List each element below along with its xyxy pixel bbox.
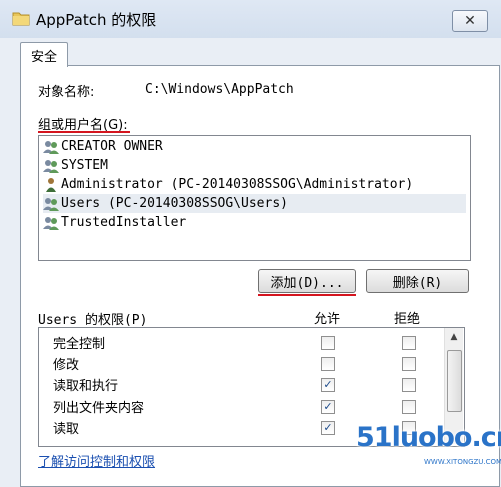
object-name-label: 对象名称:	[38, 85, 95, 100]
deny-checkbox[interactable]	[402, 400, 416, 414]
list-item-label: Users (PC-20140308SSOG\Users)	[61, 196, 288, 211]
user-icon	[46, 177, 56, 192]
list-item[interactable]: Users (PC-20140308SSOG\Users)	[43, 194, 466, 213]
list-item[interactable]: CREATOR OWNER	[43, 137, 466, 156]
group-icon	[43, 197, 59, 211]
permission-name: 读取和执行	[53, 378, 119, 394]
deny-checkbox[interactable]	[402, 336, 416, 350]
highlight-underline-add	[258, 294, 356, 296]
permission-row: 读取和执行	[53, 374, 118, 394]
group-user-list[interactable]: CREATOR OWNER SYSTEM Administrator (PC-2…	[38, 135, 471, 261]
permissions-label: Users 的权限(P)	[38, 313, 148, 328]
list-item-label: Administrator (PC-20140308SSOG\Administr…	[61, 177, 414, 192]
window-title: AppPatch 的权限	[36, 11, 157, 29]
remove-button[interactable]: 删除(R)	[366, 269, 469, 293]
close-button[interactable]: ✕	[452, 10, 488, 32]
list-item[interactable]: TrustedInstaller	[43, 213, 466, 232]
highlight-underline-groups	[38, 131, 130, 133]
allow-checkbox[interactable]: ✓	[321, 400, 335, 414]
group-icon	[43, 159, 59, 173]
add-button[interactable]: 添加(D)...	[258, 269, 356, 293]
permission-row: 修改	[53, 353, 79, 373]
permission-name: 修改	[53, 357, 80, 373]
group-icon	[43, 140, 59, 154]
watermark-subtext: WWW.XITONGZU.COM	[424, 458, 501, 466]
watermark-logo: 51luobo.cn WWW.XITONGZU.COM	[352, 420, 501, 472]
permission-name: 完全控制	[53, 336, 106, 352]
tab-security-label: 安全	[30, 49, 57, 65]
list-item[interactable]: SYSTEM	[43, 156, 466, 175]
learn-more-link[interactable]: 了解访问控制和权限	[38, 451, 155, 470]
object-name-value: C:\Windows\AppPatch	[145, 82, 294, 97]
permission-row: 完全控制	[53, 332, 105, 352]
permission-name: 读取	[53, 421, 80, 437]
scroll-up-icon[interactable]: ▲	[446, 329, 462, 345]
list-item-label: SYSTEM	[61, 158, 108, 173]
permission-name: 列出文件夹内容	[53, 400, 145, 416]
allow-header: 允许	[314, 312, 341, 327]
list-item-label: CREATOR OWNER	[61, 139, 163, 154]
watermark-text: 51luobo.cn	[356, 422, 501, 453]
allow-checkbox[interactable]: ✓	[321, 378, 335, 392]
allow-checkbox[interactable]: ✓	[321, 421, 335, 435]
title-bar: AppPatch 的权限 ✕	[0, 0, 501, 38]
list-item-label: TrustedInstaller	[61, 215, 187, 230]
folder-icon	[12, 12, 30, 26]
close-icon: ✕	[464, 13, 476, 29]
list-item[interactable]: Administrator (PC-20140308SSOG\Administr…	[43, 175, 466, 194]
allow-checkbox[interactable]	[321, 357, 335, 371]
scroll-thumb[interactable]	[447, 350, 462, 412]
tab-security[interactable]: 安全	[20, 42, 68, 67]
deny-header: 拒绝	[394, 312, 421, 327]
allow-checkbox[interactable]	[321, 336, 335, 350]
permission-row: 列出文件夹内容	[53, 396, 144, 416]
deny-checkbox[interactable]	[402, 357, 416, 371]
deny-checkbox[interactable]	[402, 378, 416, 392]
permission-row: 读取	[53, 417, 79, 437]
group-icon	[43, 216, 59, 230]
